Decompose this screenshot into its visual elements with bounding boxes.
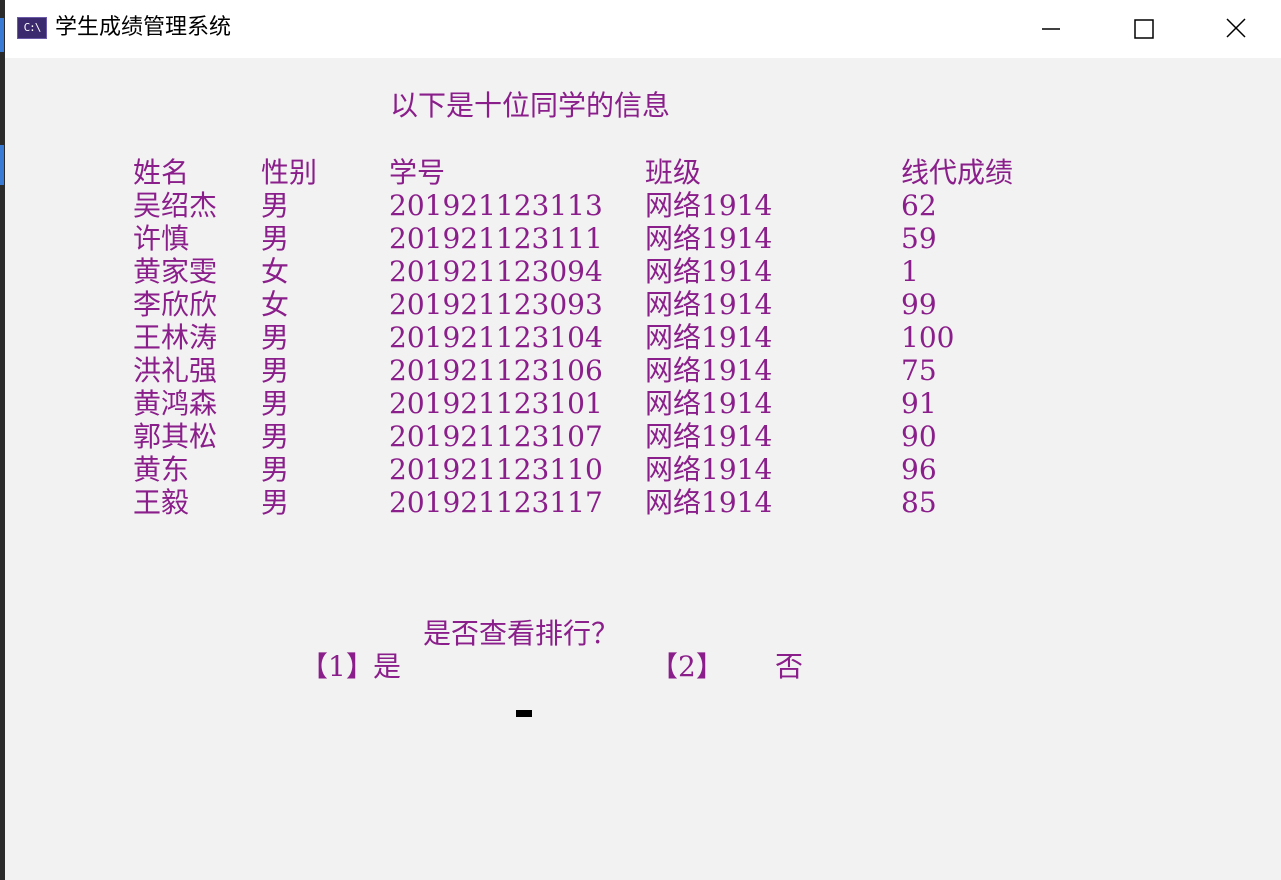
student-gender: 男	[261, 222, 290, 255]
option-1-label: 是	[373, 650, 402, 683]
student-class: 网络1914	[645, 189, 773, 222]
student-class: 网络1914	[645, 321, 773, 354]
student-gender: 女	[261, 255, 290, 288]
student-id: 201921123094	[389, 255, 603, 288]
student-score: 91	[901, 387, 937, 420]
option-2-key: 【2】	[650, 650, 724, 683]
student-id: 201921123107	[389, 420, 603, 453]
student-score: 100	[901, 321, 955, 354]
student-class: 网络1914	[645, 387, 773, 420]
option-1-key: 【1】	[300, 650, 374, 683]
student-name: 许慎	[133, 222, 190, 255]
student-id: 201921123117	[389, 486, 603, 519]
student-gender: 男	[261, 420, 290, 453]
console-output: 以下是十位同学的信息 姓名 性别 学号 班级 线代成绩 吴绍杰男 20192112…	[5, 58, 1281, 880]
console-window: C:\ 学生成绩管理系统 以下是十位同学的信息 姓名 性别 学号 班级 线代成绩…	[5, 0, 1281, 880]
student-name: 王林涛	[133, 321, 218, 354]
student-id: 201921123093	[389, 288, 603, 321]
edge-highlight	[0, 18, 4, 52]
student-score: 99	[901, 288, 937, 321]
student-id: 201921123113	[389, 189, 603, 222]
text-cursor[interactable]	[516, 710, 532, 717]
student-score: 62	[901, 189, 937, 222]
student-name: 吴绍杰	[133, 189, 218, 222]
student-gender: 男	[261, 354, 290, 387]
student-class: 网络1914	[645, 354, 773, 387]
student-score: 1	[901, 255, 919, 288]
student-score: 96	[901, 453, 937, 486]
maximize-button[interactable]	[1097, 0, 1189, 58]
student-id: 201921123101	[389, 387, 603, 420]
student-id: 201921123111	[389, 222, 603, 255]
student-name: 王毅	[133, 486, 190, 519]
minimize-icon	[1042, 28, 1060, 30]
student-score: 90	[901, 420, 937, 453]
student-name: 郭其松	[133, 420, 218, 453]
student-score: 59	[901, 222, 937, 255]
close-button[interactable]	[1189, 0, 1281, 58]
info-heading: 以下是十位同学的信息	[390, 89, 671, 122]
student-id: 201921123104	[389, 321, 603, 354]
student-id: 201921123110	[389, 453, 603, 486]
student-id: 201921123106	[389, 354, 603, 387]
column-header-score: 线代成绩	[901, 156, 1014, 189]
student-name: 黄东	[133, 453, 190, 486]
student-class: 网络1914	[645, 288, 773, 321]
maximize-icon	[1134, 19, 1154, 39]
student-class: 网络1914	[645, 222, 773, 255]
student-name: 李欣欣	[133, 288, 218, 321]
student-score: 85	[901, 486, 937, 519]
student-class: 网络1914	[645, 255, 773, 288]
close-icon	[1226, 18, 1246, 38]
student-name: 洪礼强	[133, 354, 218, 387]
student-class: 网络1914	[645, 420, 773, 453]
title-bar[interactable]: C:\ 学生成绩管理系统	[5, 0, 1281, 58]
student-gender: 女	[261, 288, 290, 321]
student-gender: 男	[261, 189, 290, 222]
minimize-button[interactable]	[1005, 0, 1097, 58]
student-gender: 男	[261, 387, 290, 420]
student-name: 黄家雯	[133, 255, 218, 288]
student-gender: 男	[261, 486, 290, 519]
student-class: 网络1914	[645, 486, 773, 519]
column-header-class: 班级	[645, 156, 702, 189]
console-app-icon: C:\	[17, 17, 47, 39]
student-name: 黄鸿森	[133, 387, 218, 420]
column-header-name: 姓名	[133, 156, 190, 189]
student-score: 75	[901, 354, 937, 387]
student-gender: 男	[261, 321, 290, 354]
ranking-prompt: 是否查看排行？	[423, 617, 620, 650]
window-title: 学生成绩管理系统	[55, 15, 232, 40]
option-2-label: 否	[775, 650, 804, 683]
column-header-gender: 性别	[261, 156, 318, 189]
student-class: 网络1914	[645, 453, 773, 486]
student-gender: 男	[261, 453, 290, 486]
column-header-student-id: 学号	[389, 156, 446, 189]
edge-highlight	[0, 145, 4, 185]
